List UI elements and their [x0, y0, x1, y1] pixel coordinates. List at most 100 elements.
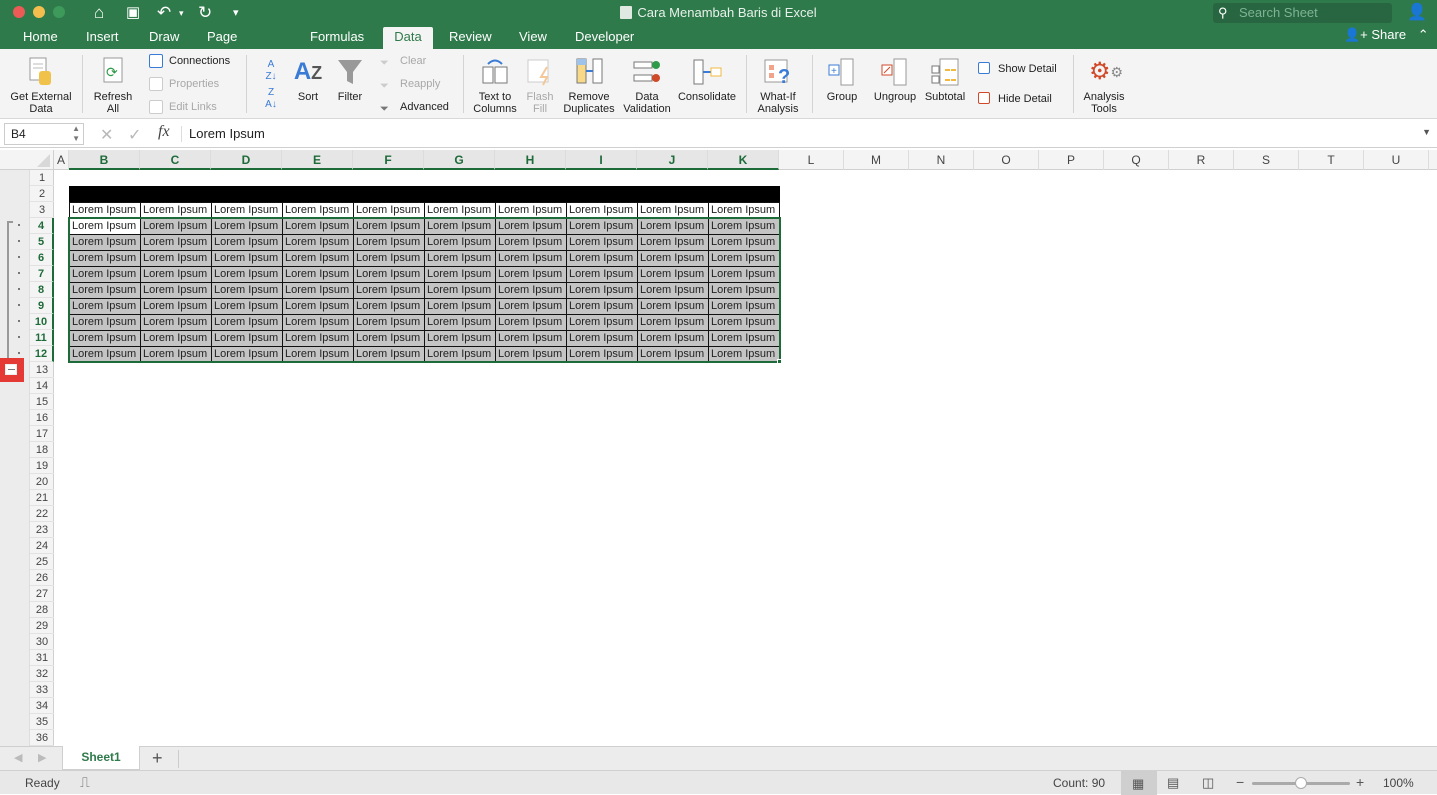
- cell-k3[interactable]: Lorem Ipsum: [708, 202, 780, 219]
- cell-j4[interactable]: Lorem Ipsum: [637, 218, 709, 235]
- cell-d10[interactable]: Lorem Ipsum: [211, 314, 283, 331]
- cell-h5[interactable]: Lorem Ipsum: [495, 234, 567, 251]
- sheet-tab-sheet1[interactable]: Sheet1: [62, 746, 140, 770]
- row-header-21[interactable]: 21: [30, 490, 54, 506]
- row-header-23[interactable]: 23: [30, 522, 54, 538]
- name-box-stepper-icon[interactable]: ▲ ▼: [72, 124, 80, 144]
- cell-h3[interactable]: Lorem Ipsum: [495, 202, 567, 219]
- cell-k12[interactable]: Lorem Ipsum: [708, 346, 780, 363]
- row-header-17[interactable]: 17: [30, 426, 54, 442]
- column-header-l[interactable]: L: [779, 150, 844, 170]
- cell-j10[interactable]: Lorem Ipsum: [637, 314, 709, 331]
- cell-d5[interactable]: Lorem Ipsum: [211, 234, 283, 251]
- cell-f5[interactable]: Lorem Ipsum: [353, 234, 425, 251]
- sort-a-z-button[interactable]: A Z↓: [260, 59, 282, 83]
- cell-c5[interactable]: Lorem Ipsum: [140, 234, 212, 251]
- cell-h7[interactable]: Lorem Ipsum: [495, 266, 567, 283]
- cell-e8[interactable]: Lorem Ipsum: [282, 282, 354, 299]
- cell-f10[interactable]: Lorem Ipsum: [353, 314, 425, 331]
- column-header-f[interactable]: F: [353, 150, 424, 170]
- cell-g11[interactable]: Lorem Ipsum: [424, 330, 496, 347]
- cell-j7[interactable]: Lorem Ipsum: [637, 266, 709, 283]
- cell-k11[interactable]: Lorem Ipsum: [708, 330, 780, 347]
- hide-detail-button[interactable]: Hide Detail: [978, 90, 1052, 108]
- column-header-h[interactable]: H: [495, 150, 566, 170]
- cell-b6[interactable]: Lorem Ipsum: [69, 250, 141, 267]
- tab-draw[interactable]: Draw: [139, 27, 189, 49]
- cell-f3[interactable]: Lorem Ipsum: [353, 202, 425, 219]
- ungroup-button[interactable]: Ungroup: [870, 57, 920, 103]
- collapse-group-button[interactable]: [0, 358, 24, 382]
- cell-c11[interactable]: Lorem Ipsum: [140, 330, 212, 347]
- formula-input[interactable]: Lorem Ipsum: [189, 126, 265, 141]
- cell-d4[interactable]: Lorem Ipsum: [211, 218, 283, 235]
- analysis-tools-button[interactable]: ⚙⚙ Analysis Tools: [1078, 57, 1130, 115]
- cell-f9[interactable]: Lorem Ipsum: [353, 298, 425, 315]
- row-header-2[interactable]: 2: [30, 186, 54, 202]
- cell-f11[interactable]: Lorem Ipsum: [353, 330, 425, 347]
- cell-b5[interactable]: Lorem Ipsum: [69, 234, 141, 251]
- worksheet-grid[interactable]: Lorem Ipsum Lorem Ipsum Lorem Ipsum Lorem I…: [54, 170, 1437, 746]
- cell-k7[interactable]: Lorem Ipsum: [708, 266, 780, 283]
- cell-i3[interactable]: Lorem Ipsum: [566, 202, 638, 219]
- scroll-right-icon[interactable]: ▶: [38, 751, 46, 764]
- cell-e9[interactable]: Lorem Ipsum: [282, 298, 354, 315]
- row-header-26[interactable]: 26: [30, 570, 54, 586]
- cell-b8[interactable]: Lorem Ipsum: [69, 282, 141, 299]
- row-header-11[interactable]: 11: [30, 330, 54, 346]
- cell-j3[interactable]: Lorem Ipsum: [637, 202, 709, 219]
- cell-h10[interactable]: Lorem Ipsum: [495, 314, 567, 331]
- row-header-7[interactable]: 7: [30, 266, 54, 282]
- cell-i8[interactable]: Lorem Ipsum: [566, 282, 638, 299]
- row-header-4[interactable]: 4: [30, 218, 54, 234]
- sort-button[interactable]: AZ Sort: [290, 57, 326, 103]
- tab-data[interactable]: Data: [383, 27, 433, 49]
- column-header-o[interactable]: O: [974, 150, 1039, 170]
- tab-developer[interactable]: Developer: [565, 27, 644, 49]
- column-header-q[interactable]: Q: [1104, 150, 1169, 170]
- text-to-columns-button[interactable]: Text to Columns: [468, 57, 522, 115]
- cell-c7[interactable]: Lorem Ipsum: [140, 266, 212, 283]
- cell-d3[interactable]: Lorem Ipsum: [211, 202, 283, 219]
- column-header-p[interactable]: P: [1039, 150, 1104, 170]
- enter-icon[interactable]: ✓: [128, 125, 141, 145]
- cell-h11[interactable]: Lorem Ipsum: [495, 330, 567, 347]
- row-header-9[interactable]: 9: [30, 298, 54, 314]
- row-header-33[interactable]: 33: [30, 682, 54, 698]
- column-header-u[interactable]: U: [1364, 150, 1429, 170]
- cell-i7[interactable]: Lorem Ipsum: [566, 266, 638, 283]
- tab-review[interactable]: Review: [439, 27, 502, 49]
- column-header-r[interactable]: R: [1169, 150, 1234, 170]
- cell-f6[interactable]: Lorem Ipsum: [353, 250, 425, 267]
- cell-b11[interactable]: Lorem Ipsum: [69, 330, 141, 347]
- cell-d8[interactable]: Lorem Ipsum: [211, 282, 283, 299]
- row-header-15[interactable]: 15: [30, 394, 54, 410]
- cell-e5[interactable]: Lorem Ipsum: [282, 234, 354, 251]
- row-header-25[interactable]: 25: [30, 554, 54, 570]
- row-header-19[interactable]: 19: [30, 458, 54, 474]
- row-header-8[interactable]: 8: [30, 282, 54, 298]
- select-all-button[interactable]: [30, 150, 54, 170]
- cell-e6[interactable]: Lorem Ipsum: [282, 250, 354, 267]
- normal-view-button[interactable]: ▦: [1121, 771, 1157, 795]
- cell-j12[interactable]: Lorem Ipsum: [637, 346, 709, 363]
- row-header-20[interactable]: 20: [30, 474, 54, 490]
- cell-c8[interactable]: Lorem Ipsum: [140, 282, 212, 299]
- cell-e10[interactable]: Lorem Ipsum: [282, 314, 354, 331]
- cell-i12[interactable]: Lorem Ipsum: [566, 346, 638, 363]
- cell-f12[interactable]: Lorem Ipsum: [353, 346, 425, 363]
- cell-g8[interactable]: Lorem Ipsum: [424, 282, 496, 299]
- cell-c9[interactable]: Lorem Ipsum: [140, 298, 212, 315]
- cell-j11[interactable]: Lorem Ipsum: [637, 330, 709, 347]
- row-header-29[interactable]: 29: [30, 618, 54, 634]
- row-header-30[interactable]: 30: [30, 634, 54, 650]
- tab-home[interactable]: Home: [13, 27, 68, 49]
- row-header-18[interactable]: 18: [30, 442, 54, 458]
- search-sheet-input[interactable]: ⚲ Search Sheet: [1213, 3, 1392, 23]
- clear-button[interactable]: ⏷ Clear: [380, 52, 426, 70]
- page-layout-view-icon[interactable]: ▤: [1167, 775, 1179, 791]
- cell-k4[interactable]: Lorem Ipsum: [708, 218, 780, 235]
- row-header-14[interactable]: 14: [30, 378, 54, 394]
- tab-page-layout[interactable]: Page Layout: [197, 27, 256, 64]
- cell-k9[interactable]: Lorem Ipsum: [708, 298, 780, 315]
